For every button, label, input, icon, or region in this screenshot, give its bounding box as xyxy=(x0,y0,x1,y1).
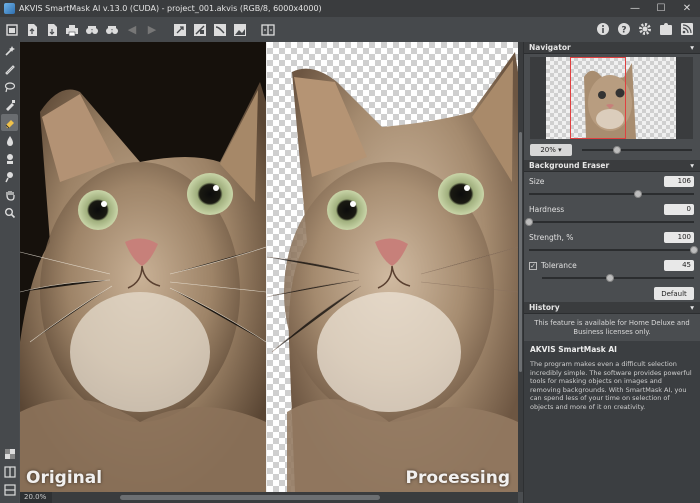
hardness-value[interactable]: 0 xyxy=(664,203,694,215)
collapse-icon[interactable]: ▾ xyxy=(690,161,694,170)
tolerance-value[interactable]: 45 xyxy=(664,259,694,271)
help-icon[interactable]: ? xyxy=(615,20,633,38)
hardness-slider-knob[interactable] xyxy=(525,218,533,226)
compare-icon[interactable] xyxy=(259,21,277,39)
vertical-scroll-thumb[interactable] xyxy=(519,132,522,372)
tools-panel xyxy=(0,42,19,503)
zoom-slider-knob[interactable] xyxy=(613,146,622,154)
tolerance-label: Tolerance xyxy=(541,260,577,270)
background-eraser-title: Background Eraser xyxy=(529,161,610,170)
auto-select-icon[interactable] xyxy=(211,21,229,39)
cat-photo-processed xyxy=(267,52,518,492)
about-text: The program makes even a difficult selec… xyxy=(530,360,692,411)
tolerance-row: ✓ Tolerance 45 xyxy=(524,258,700,272)
toolbar-right-group: ? xyxy=(591,20,696,38)
hardness-slider[interactable] xyxy=(525,216,694,228)
save-file-icon[interactable] xyxy=(43,21,61,39)
window-title: AKVIS SmartMask AI v.13.0 (CUDA) - proje… xyxy=(19,4,322,13)
background-eraser-header[interactable]: Background Eraser ▾ xyxy=(524,160,700,172)
size-value[interactable]: 106 xyxy=(664,175,694,187)
split-view-icon[interactable] xyxy=(1,463,18,480)
size-slider-knob[interactable] xyxy=(633,190,642,198)
navigator-zoom-row: 20% ▾ xyxy=(530,142,700,158)
lasso-icon[interactable] xyxy=(1,78,18,95)
plugin-icon[interactable] xyxy=(657,20,675,38)
main-toolbar: ◀ ▶ ? xyxy=(0,17,700,42)
undo-icon[interactable]: ◀ xyxy=(123,21,141,39)
app-window: AKVIS SmartMask AI v.13.0 (CUDA) - proje… xyxy=(0,0,700,503)
print-icon[interactable] xyxy=(63,21,81,39)
zoom-select[interactable]: 20% ▾ xyxy=(530,144,572,156)
history-brush-icon[interactable] xyxy=(1,168,18,185)
history-title: History xyxy=(529,303,560,312)
view-mode-group xyxy=(0,445,19,499)
close-button[interactable]: ✕ xyxy=(674,0,700,17)
home-icon[interactable] xyxy=(3,21,21,39)
minimize-button[interactable]: — xyxy=(622,0,648,17)
history-note: This feature is available for Home Delux… xyxy=(534,319,690,336)
share-icon[interactable] xyxy=(83,21,101,39)
open-file-icon[interactable] xyxy=(23,21,41,39)
share-alt-icon[interactable] xyxy=(103,21,121,39)
size-row: Size 106 xyxy=(524,174,700,188)
original-view[interactable]: Original xyxy=(20,42,266,492)
navigator-view-rect[interactable] xyxy=(570,57,626,139)
drop-icon[interactable] xyxy=(1,132,18,149)
right-panel: Navigator ▾ 20% ▾ Background Eraser ▾ Si… xyxy=(523,42,700,503)
zoom-icon[interactable] xyxy=(1,204,18,221)
strength-value[interactable]: 100 xyxy=(664,231,694,243)
settings-icon[interactable] xyxy=(636,20,654,38)
title-bar: AKVIS SmartMask AI v.13.0 (CUDA) - proje… xyxy=(0,0,700,17)
strength-row: Strength, % 100 xyxy=(524,230,700,244)
collapse-icon[interactable]: ▾ xyxy=(690,303,694,312)
processing-view[interactable]: Processing xyxy=(267,42,518,492)
selection-brush-icon[interactable] xyxy=(1,60,18,77)
image-canvas[interactable]: Original Processing xyxy=(20,42,518,492)
strength-slider[interactable] xyxy=(529,244,698,256)
navigator-preview[interactable] xyxy=(530,57,693,139)
hardness-row: Hardness 0 xyxy=(524,202,700,216)
about-box: AKVIS SmartMask AI The program makes eve… xyxy=(524,341,700,503)
feed-icon[interactable] xyxy=(678,20,696,38)
tolerance-checkbox[interactable]: ✓ xyxy=(529,261,537,270)
navigator-title: Navigator xyxy=(529,43,571,52)
zoom-slider[interactable] xyxy=(582,144,692,156)
background-icon[interactable] xyxy=(231,21,249,39)
strength-label: Strength, % xyxy=(529,232,574,242)
magic-brush-icon[interactable] xyxy=(1,42,18,59)
hand-icon[interactable] xyxy=(1,186,18,203)
background-eraser-icon[interactable] xyxy=(1,114,18,131)
size-label: Size xyxy=(529,176,545,186)
split-horizontal-icon[interactable] xyxy=(1,481,18,498)
navigator-header[interactable]: Navigator ▾ xyxy=(524,42,700,54)
info-icon[interactable] xyxy=(594,20,612,38)
collapse-icon[interactable]: ▾ xyxy=(690,43,694,52)
size-slider[interactable] xyxy=(529,188,694,200)
maximize-button[interactable]: ☐ xyxy=(648,0,674,17)
mask-icon[interactable] xyxy=(191,21,209,39)
checkerboard-view-icon[interactable] xyxy=(1,445,18,462)
horizontal-scrollbar[interactable]: 20.0% xyxy=(20,492,518,503)
stamp-icon[interactable] xyxy=(1,150,18,167)
svg-text:?: ? xyxy=(621,26,626,36)
tolerance-slider[interactable] xyxy=(542,272,694,284)
horizontal-scroll-thumb[interactable] xyxy=(120,495,380,500)
tolerance-slider-knob[interactable] xyxy=(606,274,615,282)
original-label: Original xyxy=(26,468,103,488)
processing-label: Processing xyxy=(405,468,510,488)
hardness-label: Hardness xyxy=(529,204,565,214)
select-tool-icon[interactable] xyxy=(171,21,189,39)
strength-slider-knob[interactable] xyxy=(690,246,698,254)
dropper-icon[interactable] xyxy=(1,96,18,113)
app-logo-icon xyxy=(4,3,15,14)
cat-photo-original xyxy=(20,42,266,492)
zoom-readout: 20.0% xyxy=(20,492,52,503)
history-header[interactable]: History ▾ xyxy=(524,302,700,314)
default-row: Default xyxy=(524,284,700,302)
about-title: AKVIS SmartMask AI xyxy=(530,345,617,354)
redo-icon[interactable]: ▶ xyxy=(143,21,161,39)
default-button[interactable]: Default xyxy=(654,287,694,300)
